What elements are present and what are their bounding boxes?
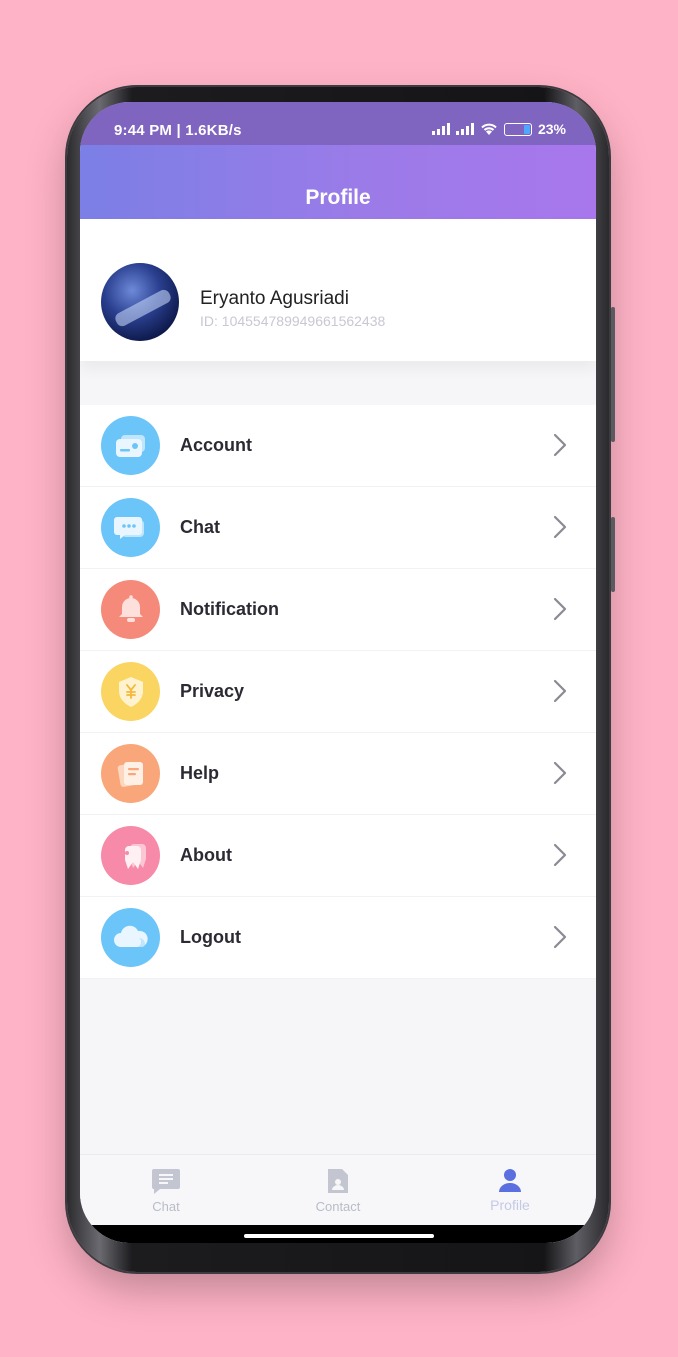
document-icon [101, 744, 160, 803]
chevron-right-icon [553, 597, 567, 621]
profile-id: ID: 104554789949661562438 [200, 313, 386, 329]
power-button [611, 517, 615, 592]
contact-icon [328, 1168, 348, 1193]
chat-icon [152, 1168, 180, 1194]
cloud-icon [101, 908, 160, 967]
menu-item-label: Logout [180, 927, 241, 947]
wifi-icon [481, 123, 497, 135]
chat-bubble-icon [101, 498, 160, 557]
status-icons: 23% [431, 119, 566, 139]
status-bar: 9:44 PM | 1.6KB/s 23% [80, 102, 596, 145]
chevron-right-icon [553, 843, 567, 867]
nav-label: Profile [490, 1197, 530, 1213]
app-header: 9:44 PM | 1.6KB/s 23% Profile [80, 102, 596, 219]
menu-item-label: Notification [180, 599, 279, 619]
nav-label: Chat [152, 1198, 180, 1214]
chevron-right-icon [553, 433, 567, 457]
status-time: 9:44 PM | 1.6KB/s [114, 122, 242, 139]
signal-icon [431, 123, 450, 135]
menu-item-notification[interactable]: Notification [80, 569, 596, 651]
chevron-right-icon [553, 761, 567, 785]
chevron-right-icon [553, 515, 567, 539]
menu-item-label: Chat [180, 517, 220, 537]
profile-name: Eryanto Agusriadi [200, 288, 349, 309]
profile-card[interactable]: Eryanto Agusriadi ID: 104554789949661562… [80, 219, 596, 361]
bottom-navigation: Chat Contact Profile [80, 1154, 596, 1243]
settings-menu: Account Chat Notification Privacy Help A… [80, 405, 596, 979]
gesture-bar [80, 1225, 596, 1243]
menu-item-logout[interactable]: Logout [80, 897, 596, 979]
menu-item-label: Help [180, 763, 220, 783]
signal-icon [455, 123, 474, 135]
shield-yen-icon [101, 662, 160, 721]
phone-frame: 9:44 PM | 1.6KB/s 23% Profile Eryanto Ag… [67, 87, 615, 1272]
menu-item-label: Privacy [180, 681, 245, 701]
battery-percent: 23% [537, 121, 566, 137]
nav-tab-contact[interactable]: Contact [252, 1155, 424, 1225]
avatar[interactable] [101, 263, 179, 341]
menu-item-label: Account [180, 435, 252, 455]
battery-icon [503, 122, 532, 136]
nav-tab-chat[interactable]: Chat [80, 1155, 252, 1225]
chevron-right-icon [553, 679, 567, 703]
page-title: Profile [305, 186, 371, 209]
bell-icon [101, 580, 160, 639]
menu-item-label: About [180, 845, 232, 865]
nav-label: Contact [315, 1198, 361, 1214]
menu-item-about[interactable]: About [80, 815, 596, 897]
chevron-right-icon [553, 925, 567, 949]
profile-icon [499, 1169, 521, 1192]
tooth-info-icon [101, 826, 160, 885]
volume-button [611, 307, 615, 442]
menu-item-help[interactable]: Help [80, 733, 596, 815]
menu-item-privacy[interactable]: Privacy [80, 651, 596, 733]
screen: 9:44 PM | 1.6KB/s 23% Profile Eryanto Ag… [80, 102, 596, 1243]
nav-tab-profile[interactable]: Profile [424, 1155, 596, 1225]
menu-item-account[interactable]: Account [80, 405, 596, 487]
home-indicator[interactable] [244, 1234, 434, 1238]
account-card-icon [101, 416, 160, 475]
menu-item-chat[interactable]: Chat [80, 487, 596, 569]
